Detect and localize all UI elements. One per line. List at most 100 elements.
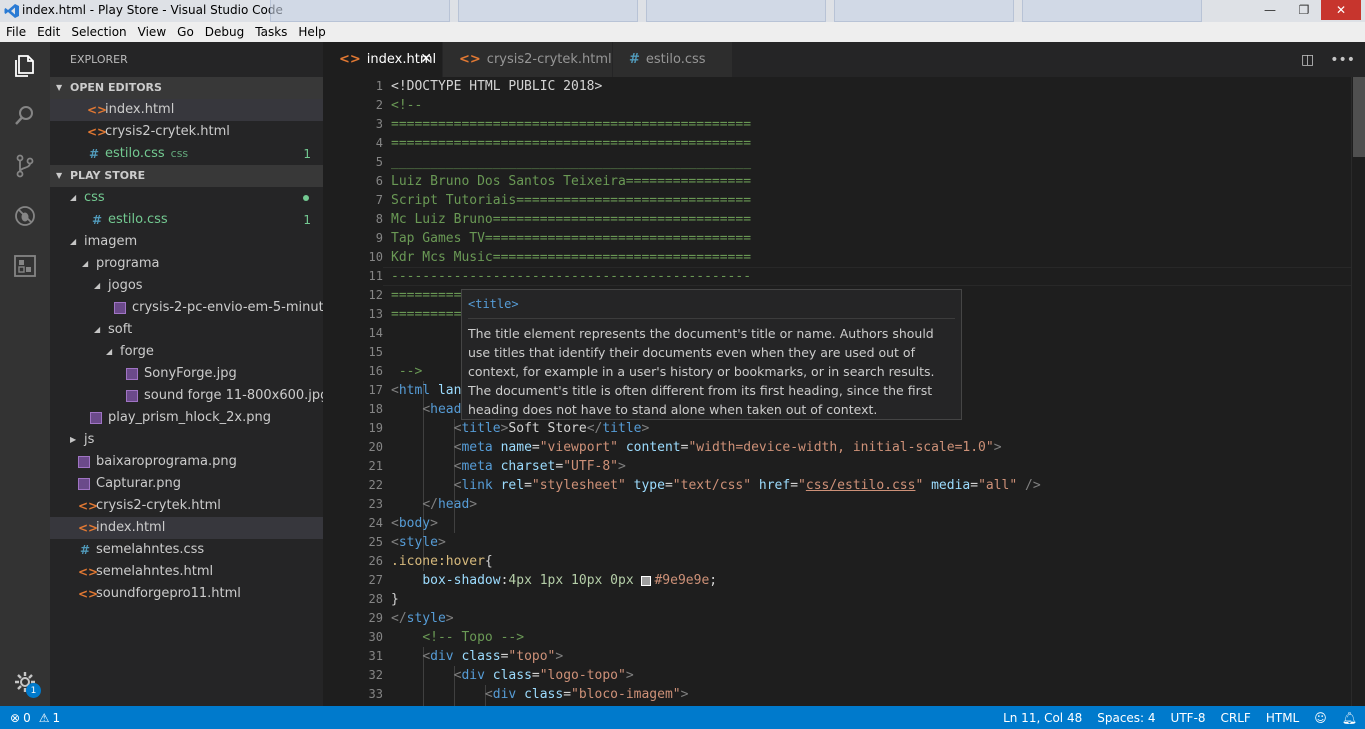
menu-view[interactable]: View (138, 25, 166, 39)
color-swatch-icon[interactable] (641, 575, 652, 586)
code-line[interactable]: </head> (391, 495, 477, 514)
code-token: content (625, 440, 681, 455)
extensions-icon[interactable] (0, 242, 50, 290)
file-item[interactable]: Capturar.png (50, 473, 323, 495)
folder-item[interactable]: ◢ imagem (50, 231, 323, 253)
line-endings[interactable]: CRLF (1221, 711, 1251, 725)
code-line[interactable]: box-shadow:4px 1px 10px 0px #9e9e9e; (391, 571, 717, 590)
scrollbar-thumb[interactable] (1353, 77, 1365, 157)
code-line[interactable]: .icone:hover{ (391, 552, 493, 571)
code-line[interactable]: </style> (391, 609, 454, 628)
close-window-button[interactable]: ✕ (1321, 0, 1361, 20)
error-count[interactable]: 0 (23, 711, 31, 725)
more-icon[interactable]: ••• (1330, 52, 1355, 68)
source-control-icon[interactable] (0, 142, 50, 190)
file-item[interactable]: <> soundforgepro11.html (50, 583, 323, 605)
code-line[interactable]: Script Tutoriais========================… (391, 191, 751, 210)
code-line[interactable]: <meta charset="UTF-8"> (391, 457, 626, 476)
code-line[interactable]: <body> (391, 514, 438, 533)
menu-tasks[interactable]: Tasks (255, 25, 287, 39)
code-line[interactable]: <style> (391, 533, 446, 552)
file-item[interactable]: <> crysis2-crytek.html (50, 495, 323, 517)
indentation[interactable]: Spaces: 4 (1097, 711, 1155, 725)
editor-tabs: ◫ ••• <> index.html ✕ <> crysis2-crytek.html… (323, 42, 1365, 77)
code-line[interactable]: <div class="logo-topo"> (391, 666, 634, 685)
notifications-icon[interactable]: 🔔︎ (1342, 711, 1357, 725)
code-line[interactable]: Mc Luiz Bruno===========================… (391, 210, 751, 229)
code-token: > (555, 649, 564, 664)
split-editor-icon[interactable]: ◫ (1301, 52, 1314, 68)
file-item[interactable]: <> semelahntes.html (50, 561, 323, 583)
code-line[interactable]: } (391, 590, 399, 609)
code-line[interactable]: --> (391, 362, 423, 381)
code-line[interactable]: <link rel="stylesheet" type="text/css" h… (391, 476, 1041, 495)
code-line[interactable]: <div class="topo"> (391, 647, 563, 666)
feedback-icon[interactable]: ☺ (1314, 711, 1327, 725)
close-tab-icon[interactable]: ✕ (420, 42, 432, 77)
file-item[interactable]: crysis-2-pc-envio-em-5-minutos-... (50, 297, 356, 319)
file-item[interactable]: sound forge 11-800x600.jpg (50, 385, 328, 407)
folder-item[interactable]: ◢ css (50, 187, 323, 209)
cursor-position[interactable]: Ln 11, Col 48 (1003, 711, 1082, 725)
maximize-button[interactable]: ❐ (1287, 0, 1321, 20)
line-number: 32 (368, 668, 383, 682)
code-line[interactable]: <!-- Topo --> (391, 628, 524, 647)
menu-debug[interactable]: Debug (205, 25, 244, 39)
folder-item[interactable]: ◢ soft (50, 319, 323, 341)
code-line[interactable]: <!-- (391, 96, 422, 115)
code-line[interactable]: Tap Games TV============================… (391, 229, 751, 248)
settings-gear-icon[interactable] (0, 658, 50, 706)
file-item[interactable]: SonyForge.jpg (50, 363, 323, 385)
code-line[interactable]: ========================================… (391, 115, 751, 134)
folder-item[interactable]: ▶ js (50, 429, 323, 451)
code-line[interactable]: <div class="bloco-imagem"> (391, 685, 689, 704)
code-line[interactable]: ________________________________________… (391, 153, 751, 172)
sidebar-title: EXPLORER (70, 53, 128, 66)
project-section[interactable]: ▼ PLAY STORE (50, 165, 323, 187)
menu-go[interactable]: Go (177, 25, 194, 39)
folder-item[interactable]: ◢ programa (50, 253, 323, 275)
tab-crysis2-crytek-html[interactable]: <> crysis2-crytek.html (443, 42, 613, 77)
menu-help[interactable]: Help (298, 25, 325, 39)
code-line[interactable]: ========================================… (391, 134, 751, 153)
folder-item[interactable]: ◢ jogos (50, 275, 323, 297)
open-editors-section[interactable]: ▼ OPEN EDITORS (50, 77, 323, 99)
code-line[interactable]: Kdr Mcs Music===========================… (391, 248, 751, 267)
warning-icon[interactable]: ⚠ (39, 711, 50, 725)
file-item[interactable]: # estilo.css 1 (50, 209, 323, 231)
file-item[interactable]: baixaroprograma.png (50, 451, 323, 473)
menu-edit[interactable]: Edit (37, 25, 60, 39)
code-line[interactable]: Luiz Bruno Dos Santos Teixeira==========… (391, 172, 751, 191)
code-line[interactable]: <title>Soft Store</title> (391, 419, 650, 438)
minimize-button[interactable]: — (1253, 0, 1287, 20)
file-item[interactable]: # semelahntes.css (50, 539, 323, 561)
tab-estilo-css[interactable]: # estilo.css (613, 42, 733, 77)
vertical-scrollbar[interactable] (1351, 77, 1365, 706)
code-line[interactable]: <head> (391, 400, 469, 419)
encoding[interactable]: UTF-8 (1171, 711, 1206, 725)
file-item[interactable]: play_prism_hlock_2x.png (50, 407, 323, 429)
debug-icon[interactable] (0, 192, 50, 240)
error-icon[interactable]: ⊗ (10, 711, 20, 725)
menu-file[interactable]: File (6, 25, 26, 39)
code-line[interactable]: <!DOCTYPE HTML PUBLIC 2018> (391, 77, 602, 96)
menu-selection[interactable]: Selection (71, 25, 126, 39)
language-mode[interactable]: HTML (1266, 711, 1299, 725)
open-editor-item[interactable]: <> index.html (50, 99, 323, 121)
code-line[interactable]: <meta name="viewport" content="width=dev… (391, 438, 1002, 457)
open-editor-item[interactable]: # estilo.css css 1 (50, 143, 323, 165)
code-token: Kdr Mcs Music===========================… (391, 250, 752, 265)
warning-count[interactable]: 1 (52, 711, 60, 725)
file-item[interactable]: <> index.html (50, 517, 323, 539)
open-editor-item[interactable]: <> crysis2-crytek.html (50, 121, 323, 143)
explorer-icon[interactable] (0, 42, 50, 90)
code-token: </ (586, 421, 603, 436)
search-icon[interactable] (0, 92, 50, 140)
folder-item[interactable]: ◢ forge (50, 341, 323, 363)
tab-index-html[interactable]: <> index.html ✕ (323, 42, 443, 77)
code-line[interactable]: ----------------------------------------… (391, 267, 751, 286)
